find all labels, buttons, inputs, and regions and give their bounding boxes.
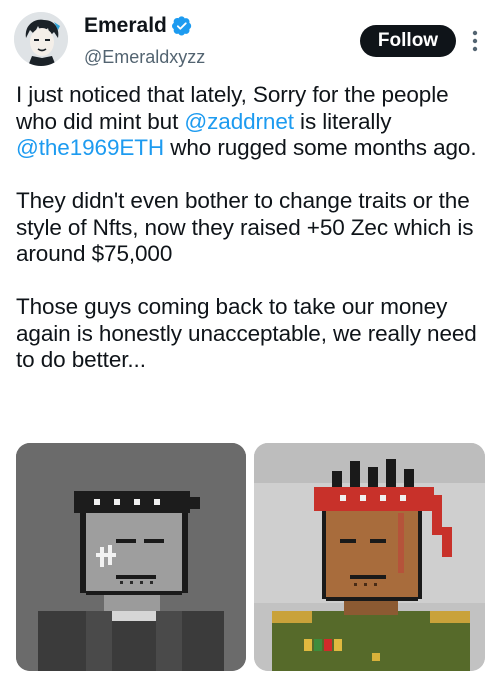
mention-link-the1969eth[interactable]: @the1969ETH <box>16 135 164 160</box>
author-display-name[interactable]: Emerald <box>84 14 167 38</box>
verified-badge-icon <box>171 16 192 36</box>
author-handle[interactable]: @Emeraldxyzz <box>84 46 205 68</box>
soldier-pixel-art <box>254 443 485 671</box>
author-name-row: Emerald <box>84 14 192 38</box>
tweet-paragraph-3: Those guys coming back to take our money… <box>16 294 477 372</box>
tweet-text-segment: who rugged some months ago. <box>164 135 477 160</box>
tweet-text: I just noticed that lately, Sorry for th… <box>16 82 486 374</box>
follow-button[interactable]: Follow <box>360 25 456 57</box>
nft-image-grayscale[interactable] <box>16 443 246 671</box>
more-options-icon[interactable] <box>468 28 482 54</box>
tweet-header: Emerald @Emeraldxyzz Follow <box>0 0 501 80</box>
grayscale-pixel-art <box>16 443 246 671</box>
tweet-paragraph-1: I just noticed that lately, Sorry for th… <box>16 82 486 162</box>
avatar[interactable] <box>14 12 68 66</box>
tweet-paragraph-2: They didn't even bother to change traits… <box>16 188 474 266</box>
avatar-image <box>14 12 68 66</box>
tweet-text-segment: is literally <box>293 108 392 134</box>
nft-image-soldier[interactable] <box>254 443 485 671</box>
mention-link-zaddrnet[interactable]: @zaddrnet <box>184 109 294 134</box>
